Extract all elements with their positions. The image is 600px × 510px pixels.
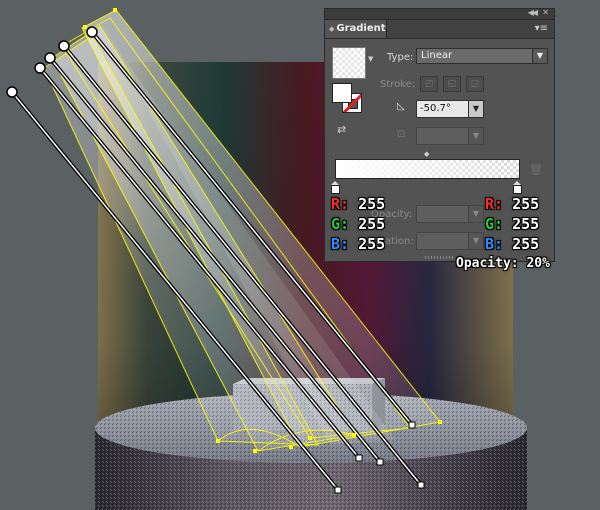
chevron-down-icon[interactable]: ▼	[468, 101, 483, 117]
chevron-down-icon[interactable]: ▼	[468, 128, 483, 144]
chevron-down-icon[interactable]: ▼	[532, 49, 547, 63]
blue-value: 255	[512, 235, 540, 253]
type-select[interactable]: Linear ▼	[416, 48, 548, 64]
chevron-down-icon[interactable]: ▼	[468, 233, 483, 249]
close-icon[interactable]: ✕	[542, 8, 549, 17]
tab-gradient-label: Gradient	[336, 23, 386, 34]
blue-value: 255	[358, 235, 386, 253]
left-stop-blue: B: 255	[331, 236, 385, 252]
angle-value: -50.7°	[420, 103, 451, 114]
chevron-down-icon[interactable]: ▼	[468, 206, 483, 222]
right-stop-green: G: 255	[485, 216, 539, 232]
right-stop-blue: B: 255	[485, 236, 539, 252]
stroke-label: Stroke:	[380, 79, 416, 90]
location-field[interactable]: ▼	[416, 232, 484, 250]
gradient-swatch[interactable]	[332, 47, 366, 79]
opacity-field[interactable]: ▼	[416, 205, 484, 223]
green-key: G:	[331, 215, 350, 233]
aspect-ratio-field[interactable]: ▼	[416, 127, 484, 145]
annotator-start-handle[interactable]	[44, 52, 56, 64]
red-key: R:	[331, 195, 350, 213]
green-value: 255	[512, 215, 540, 233]
right-stop-red: R: 255	[485, 196, 539, 212]
stroke-along-button[interactable]: ◱	[443, 76, 461, 92]
annotator-start-handle[interactable]	[34, 62, 46, 74]
aspect-ratio-icon: ⊡	[397, 129, 406, 140]
blue-key: B:	[331, 235, 350, 253]
green-key: G:	[485, 215, 504, 233]
opacity-note: Opacity: 20%	[456, 256, 550, 271]
panel-tab-row: ◆ Gradient ▾≡	[325, 20, 554, 39]
angle-field[interactable]: -50.7° ▼	[416, 100, 484, 118]
red-key: R:	[485, 195, 504, 213]
panel-menu-icon[interactable]: ▾≡	[535, 23, 548, 34]
reverse-gradient-icon[interactable]: ⇄	[337, 123, 346, 136]
panel-resize-handle[interactable]	[425, 256, 455, 259]
stroke-within-button[interactable]: ◰	[420, 76, 438, 92]
left-stop-red: R: 255	[331, 196, 385, 212]
annotator-start-handle[interactable]	[6, 86, 18, 98]
panel-title-bar[interactable]: ◀◀ ✕	[325, 8, 554, 20]
gradient-stop-right[interactable]	[513, 181, 522, 194]
tab-expand-icon[interactable]: ◆	[329, 25, 334, 33]
blue-key: B:	[485, 235, 504, 253]
annotator-start-handle[interactable]	[58, 40, 70, 52]
red-value: 255	[512, 195, 540, 213]
midpoint-diamond-icon[interactable]: ◆	[424, 150, 429, 158]
angle-icon: ◺	[397, 101, 405, 112]
annotator-end-handle[interactable]	[355, 454, 363, 462]
fill-stroke-indicator[interactable]	[332, 83, 362, 113]
annotator-end-handle[interactable]	[417, 481, 425, 489]
gradient-stop-left[interactable]	[331, 181, 340, 194]
stroke-across-button[interactable]: ◲	[466, 76, 484, 92]
type-label: Type:	[387, 52, 414, 63]
gradient-slider[interactable]	[335, 159, 520, 179]
type-select-value: Linear	[421, 50, 453, 61]
red-value: 255	[358, 195, 386, 213]
left-stop-green: G: 255	[331, 216, 385, 232]
annotator-end-handle[interactable]	[376, 458, 384, 466]
tab-gradient[interactable]: ◆ Gradient	[325, 20, 387, 38]
fill-swatch[interactable]	[332, 83, 352, 103]
trash-icon[interactable]: 🗑	[529, 163, 543, 176]
collapse-icon[interactable]: ◀◀	[528, 8, 538, 17]
annotator-start-handle[interactable]	[86, 26, 98, 38]
chevron-down-icon[interactable]: ▼	[368, 55, 373, 63]
green-value: 255	[358, 215, 386, 233]
annotator-end-handle[interactable]	[408, 421, 416, 429]
annotator-end-handle[interactable]	[334, 486, 342, 494]
